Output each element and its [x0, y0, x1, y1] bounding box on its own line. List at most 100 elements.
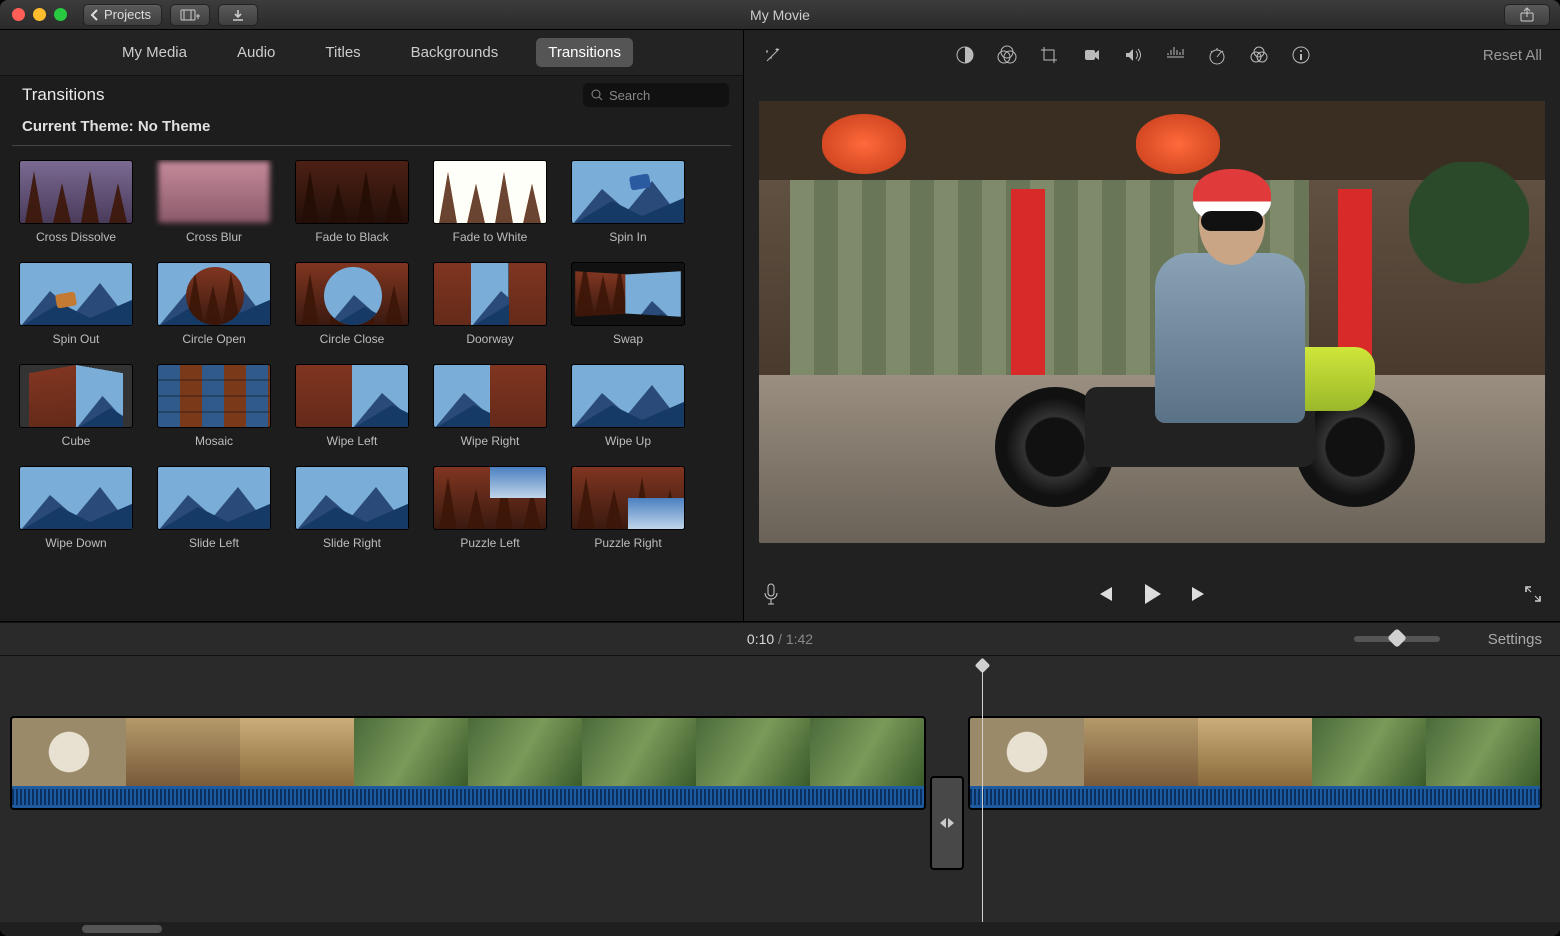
transition-label: Wipe Right — [461, 434, 520, 448]
transition-thumb — [157, 262, 271, 326]
transition-wipe-down[interactable]: Wipe Down — [18, 466, 134, 550]
transition-thumb — [295, 262, 409, 326]
prev-clip-button[interactable] — [1095, 585, 1115, 606]
transition-label: Fade to White — [453, 230, 528, 244]
video-effects-button[interactable] — [1248, 44, 1270, 66]
timeline-clip-1[interactable] — [10, 716, 926, 810]
timeline-zoom-slider[interactable] — [1354, 636, 1440, 642]
transition-label: Wipe Up — [605, 434, 651, 448]
transition-slide-right[interactable]: Slide Right — [294, 466, 410, 550]
transition-mosaic[interactable]: Mosaic — [156, 364, 272, 448]
transition-doorway[interactable]: Doorway — [432, 262, 548, 346]
transition-label: Circle Open — [182, 332, 245, 346]
transition-label: Mosaic — [195, 434, 233, 448]
info-button[interactable] — [1290, 44, 1312, 66]
transition-indicator[interactable] — [930, 776, 964, 870]
transition-swap[interactable]: Swap — [570, 262, 686, 346]
download-button[interactable] — [218, 4, 258, 26]
transition-label: Spin Out — [53, 332, 100, 346]
transition-cross-dissolve[interactable]: Cross Dissolve — [18, 160, 134, 244]
transition-slide-left[interactable]: Slide Left — [156, 466, 272, 550]
tab-titles[interactable]: Titles — [313, 38, 372, 67]
transition-fade-to-black[interactable]: Fade to Black — [294, 160, 410, 244]
transport-bar — [744, 569, 1560, 621]
noise-reduction-button[interactable] — [1164, 44, 1186, 66]
search-input[interactable]: Search — [583, 83, 729, 107]
reset-all-button[interactable]: Reset All — [1483, 47, 1542, 64]
transition-spin-out[interactable]: Spin Out — [18, 262, 134, 346]
window-title: My Movie — [750, 7, 810, 23]
transition-label: Circle Close — [320, 332, 385, 346]
transition-wipe-right[interactable]: Wipe Right — [432, 364, 548, 448]
transition-label: Doorway — [466, 332, 513, 346]
traffic-lights — [0, 8, 79, 21]
close-window-button[interactable] — [12, 8, 25, 21]
crop-button[interactable] — [1038, 44, 1060, 66]
transition-thumb — [295, 364, 409, 428]
transition-thumb — [571, 262, 685, 326]
transition-label: Cross Blur — [186, 230, 242, 244]
time-bar: 0:10 / 1:42 Settings — [0, 622, 1560, 656]
transition-thumb — [433, 262, 547, 326]
transition-puzzle-right[interactable]: Puzzle Right — [570, 466, 686, 550]
transition-thumb — [19, 160, 133, 224]
transition-thumb — [433, 160, 547, 224]
playhead[interactable] — [982, 660, 983, 936]
import-media-button[interactable] — [170, 4, 210, 26]
transition-thumb — [295, 466, 409, 530]
timeline-clip-2[interactable] — [968, 716, 1542, 810]
transition-thumb — [433, 364, 547, 428]
color-correction-button[interactable] — [996, 44, 1018, 66]
transition-thumb — [19, 466, 133, 530]
projects-back-button[interactable]: Projects — [83, 4, 162, 26]
transition-circle-open[interactable]: Circle Open — [156, 262, 272, 346]
transition-label: Fade to Black — [315, 230, 388, 244]
playhead-time: 0:10 — [747, 631, 774, 647]
transition-fade-to-white[interactable]: Fade to White — [432, 160, 548, 244]
timeline-settings-button[interactable]: Settings — [1488, 631, 1542, 648]
voiceover-button[interactable] — [762, 583, 780, 608]
share-button[interactable] — [1504, 4, 1550, 26]
tab-audio[interactable]: Audio — [225, 38, 287, 67]
transition-label: Wipe Down — [45, 536, 106, 550]
preview-toolbar: Reset All — [744, 30, 1560, 80]
timeline[interactable] — [0, 656, 1560, 936]
tab-backgrounds[interactable]: Backgrounds — [399, 38, 511, 67]
color-balance-button[interactable] — [954, 44, 976, 66]
current-theme: Current Theme: No Theme — [0, 114, 743, 145]
minimize-window-button[interactable] — [33, 8, 46, 21]
divider — [12, 145, 731, 146]
fullscreen-button[interactable] — [1524, 585, 1542, 606]
transition-cross-blur[interactable]: Cross Blur — [156, 160, 272, 244]
stabilization-button[interactable] — [1080, 44, 1102, 66]
timeline-scrollbar[interactable] — [0, 922, 1560, 936]
transition-spin-in[interactable]: Spin In — [570, 160, 686, 244]
transition-icon — [938, 814, 956, 832]
transition-label: Puzzle Right — [594, 536, 661, 550]
volume-button[interactable] — [1122, 44, 1144, 66]
titlebar: Projects My Movie — [0, 0, 1560, 30]
transition-cube[interactable]: Cube — [18, 364, 134, 448]
transition-thumb — [571, 466, 685, 530]
search-icon — [591, 89, 603, 101]
panel-title: Transitions — [22, 85, 105, 105]
transition-puzzle-left[interactable]: Puzzle Left — [432, 466, 548, 550]
tab-my-media[interactable]: My Media — [110, 38, 199, 67]
maximize-window-button[interactable] — [54, 8, 67, 21]
transition-label: Slide Right — [323, 536, 381, 550]
tab-transitions[interactable]: Transitions — [536, 38, 633, 67]
speed-button[interactable] — [1206, 44, 1228, 66]
next-clip-button[interactable] — [1189, 585, 1209, 606]
video-preview[interactable] — [759, 101, 1545, 543]
transition-label: Cross Dissolve — [36, 230, 116, 244]
play-button[interactable] — [1141, 582, 1163, 609]
magic-wand-button[interactable] — [762, 44, 784, 66]
transition-label: Slide Left — [189, 536, 239, 550]
transition-wipe-up[interactable]: Wipe Up — [570, 364, 686, 448]
transition-label: Puzzle Left — [460, 536, 519, 550]
transition-circle-close[interactable]: Circle Close — [294, 262, 410, 346]
transition-label: Swap — [613, 332, 643, 346]
transition-wipe-left[interactable]: Wipe Left — [294, 364, 410, 448]
transition-thumb — [295, 160, 409, 224]
transition-label: Cube — [62, 434, 91, 448]
